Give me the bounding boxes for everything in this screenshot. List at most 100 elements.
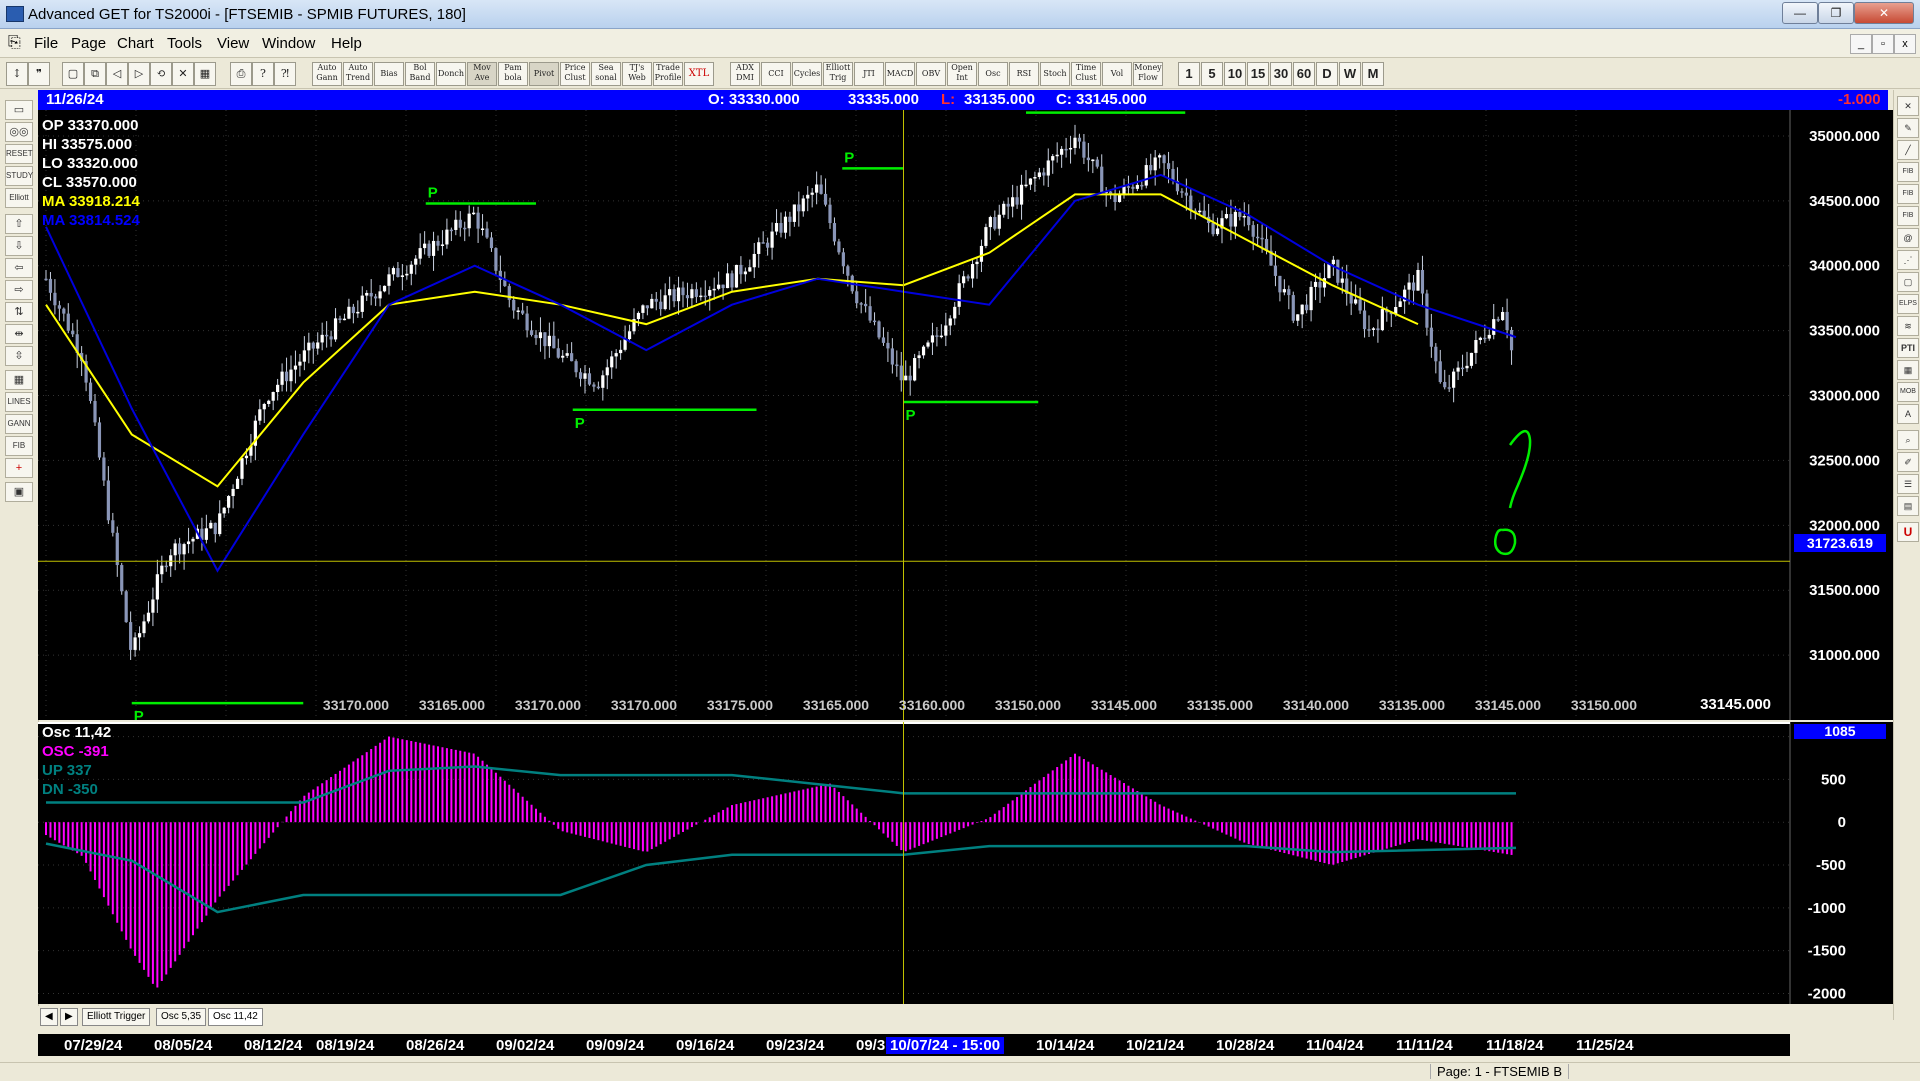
table-icon[interactable]: ▦ bbox=[1897, 360, 1919, 380]
study-icon[interactable]: STUDY bbox=[5, 166, 33, 186]
undo-icon[interactable]: U bbox=[1897, 522, 1919, 542]
study-xtl[interactable]: XTL bbox=[684, 62, 714, 86]
study-tjs-web[interactable]: TJ's Web bbox=[622, 62, 652, 86]
study-auto-gann[interactable]: Auto Gann bbox=[312, 62, 342, 86]
period-30[interactable]: 30 bbox=[1270, 62, 1292, 86]
arrow-left-icon[interactable]: ⇦ bbox=[5, 258, 33, 278]
new-page-icon[interactable]: ▢ bbox=[62, 62, 84, 86]
forward-icon[interactable]: ▷ bbox=[128, 62, 150, 86]
study-cycles[interactable]: Cycles bbox=[792, 62, 822, 86]
study-osc[interactable]: Osc bbox=[978, 62, 1008, 86]
text-tool-icon[interactable]: A bbox=[1897, 404, 1919, 424]
study-bol-band[interactable]: Bol Band bbox=[405, 62, 435, 86]
tab-osc-5-35[interactable]: Osc 5,35 bbox=[156, 1008, 207, 1026]
mdi-minimize-button[interactable]: _ bbox=[1850, 34, 1872, 54]
maximize-button[interactable]: ❐ bbox=[1818, 2, 1854, 24]
cursor-icon[interactable]: ↕ bbox=[6, 62, 28, 86]
tab-elliott-trigger[interactable]: Elliott Trigger bbox=[82, 1008, 151, 1026]
period-15[interactable]: 15 bbox=[1247, 62, 1269, 86]
pencil-icon[interactable]: ✎ bbox=[1897, 118, 1919, 138]
study-obv[interactable]: OBV bbox=[916, 62, 946, 86]
study-bias[interactable]: Bias bbox=[374, 62, 404, 86]
grid-tool-icon[interactable]: ▦ bbox=[5, 370, 33, 390]
open-icon[interactable]: ▭ bbox=[5, 100, 33, 120]
menu-page[interactable]: Page bbox=[71, 35, 106, 52]
list-icon[interactable]: ☰ bbox=[1897, 474, 1919, 494]
mdi-close-button[interactable]: x bbox=[1894, 34, 1916, 54]
study-pivot[interactable]: Pivot bbox=[529, 62, 559, 86]
ellipse-icon[interactable]: ELPS bbox=[1897, 294, 1919, 314]
gann-icon[interactable]: GANN bbox=[5, 414, 33, 434]
channel-icon[interactable]: ≋ bbox=[1897, 316, 1919, 336]
pti-icon[interactable]: PTI bbox=[1897, 338, 1919, 358]
zoom-icon[interactable]: ⌕ bbox=[1897, 430, 1919, 450]
fib-ret-icon[interactable]: FIB RET bbox=[1897, 162, 1919, 193]
fib-ext-icon[interactable]: FIB EXT bbox=[1897, 184, 1919, 215]
study-auto-trend[interactable]: Auto Trend bbox=[343, 62, 373, 86]
fan-icon[interactable]: ⋰ bbox=[1897, 250, 1919, 270]
save-icon[interactable]: ▣ bbox=[5, 482, 33, 502]
study-price-clust[interactable]: Price Clust bbox=[560, 62, 590, 86]
study-cci[interactable]: CCI bbox=[761, 62, 791, 86]
mob-icon[interactable]: MOB bbox=[1897, 382, 1919, 402]
marker-icon[interactable]: ✐ bbox=[1897, 452, 1919, 472]
study-elliott-trig[interactable]: Elliott Trig bbox=[823, 62, 853, 86]
period-1[interactable]: 1 bbox=[1178, 62, 1200, 86]
arrow-right-icon[interactable]: ⇨ bbox=[5, 280, 33, 300]
menu-help[interactable]: Help bbox=[331, 35, 362, 52]
minimize-button[interactable]: — bbox=[1782, 2, 1818, 24]
menu-chart[interactable]: Chart bbox=[117, 35, 154, 52]
study-mov-ave[interactable]: Mov Ave bbox=[467, 62, 497, 86]
box-icon[interactable]: ▢ bbox=[1897, 272, 1919, 292]
period-5[interactable]: 5 bbox=[1201, 62, 1223, 86]
link-icon[interactable]: ⟲ bbox=[150, 62, 172, 86]
mdi-restore-button[interactable]: ▫ bbox=[1872, 34, 1894, 54]
lines-icon[interactable]: LINES bbox=[5, 392, 33, 412]
fib-icon[interactable]: FIB bbox=[5, 436, 33, 456]
study-adx-dmi[interactable]: ADX DMI bbox=[730, 62, 760, 86]
oscillator-chart[interactable]: -2000 -1500 -1000 -500 0 500 1085 Osc 11,42 O… bbox=[38, 722, 1893, 1004]
expand-vertical-icon[interactable]: ⇳ bbox=[5, 346, 33, 366]
menu-view[interactable]: View bbox=[217, 35, 249, 52]
tab-scroll-right[interactable]: ▶ bbox=[60, 1008, 78, 1026]
crosshair-icon[interactable]: + bbox=[5, 458, 33, 478]
menu-file[interactable]: File bbox=[34, 35, 58, 52]
elliott-icon[interactable]: Elliott bbox=[5, 188, 33, 208]
tab-osc-11-42[interactable]: Osc 11,42 bbox=[208, 1008, 263, 1026]
study-donch[interactable]: Donch bbox=[436, 62, 466, 86]
period-daily[interactable]: D bbox=[1316, 62, 1338, 86]
study-open-int[interactable]: Open Int bbox=[947, 62, 977, 86]
study-pambola[interactable]: Pam bola bbox=[498, 62, 528, 86]
study-stoch[interactable]: Stoch bbox=[1040, 62, 1070, 86]
delete-icon[interactable]: ✕ bbox=[172, 62, 194, 86]
period-monthly[interactable]: M bbox=[1362, 62, 1384, 86]
arrow-up-icon[interactable]: ⇧ bbox=[5, 214, 33, 234]
study-money-flow[interactable]: Money Flow bbox=[1133, 62, 1163, 86]
study-trade-profile[interactable]: Trade Profile bbox=[653, 62, 683, 86]
study-jti[interactable]: JTI bbox=[854, 62, 884, 86]
period-weekly[interactable]: W bbox=[1339, 62, 1361, 86]
close-button[interactable]: ✕ bbox=[1854, 2, 1914, 24]
period-10[interactable]: 10 bbox=[1224, 62, 1246, 86]
compress-icon[interactable]: ⇅ bbox=[5, 302, 33, 322]
price-chart[interactable]: 31000.000 31500.000 32000.000 32500.000 3300… bbox=[38, 110, 1893, 720]
arrow-down-icon[interactable]: ⇩ bbox=[5, 236, 33, 256]
spiral-icon[interactable]: @ bbox=[1897, 228, 1919, 248]
grid-icon[interactable]: ▦ bbox=[194, 62, 216, 86]
menu-tools[interactable]: Tools bbox=[167, 35, 202, 52]
line-tool-icon[interactable]: ╱ bbox=[1897, 140, 1919, 160]
reset-icon[interactable]: RESET bbox=[5, 144, 33, 164]
study-rsi[interactable]: RSI bbox=[1009, 62, 1039, 86]
study-time-clust[interactable]: Time Clust bbox=[1071, 62, 1101, 86]
study-macd[interactable]: MACD bbox=[885, 62, 915, 86]
print-icon[interactable]: ⎙ bbox=[230, 62, 252, 86]
study-vol[interactable]: Vol bbox=[1102, 62, 1132, 86]
tab-scroll-left[interactable]: ◀ bbox=[40, 1008, 58, 1026]
fib-time-icon[interactable]: FIB TIME bbox=[1897, 206, 1919, 237]
menu-window[interactable]: Window bbox=[262, 35, 315, 52]
binoculars-icon[interactable]: ◎◎ bbox=[5, 122, 33, 142]
context-help-icon[interactable]: ⁈ bbox=[274, 62, 296, 86]
close-tool-icon[interactable]: ✕ bbox=[1897, 96, 1919, 116]
period-60[interactable]: 60 bbox=[1293, 62, 1315, 86]
study-seasonal[interactable]: Sea sonal bbox=[591, 62, 621, 86]
